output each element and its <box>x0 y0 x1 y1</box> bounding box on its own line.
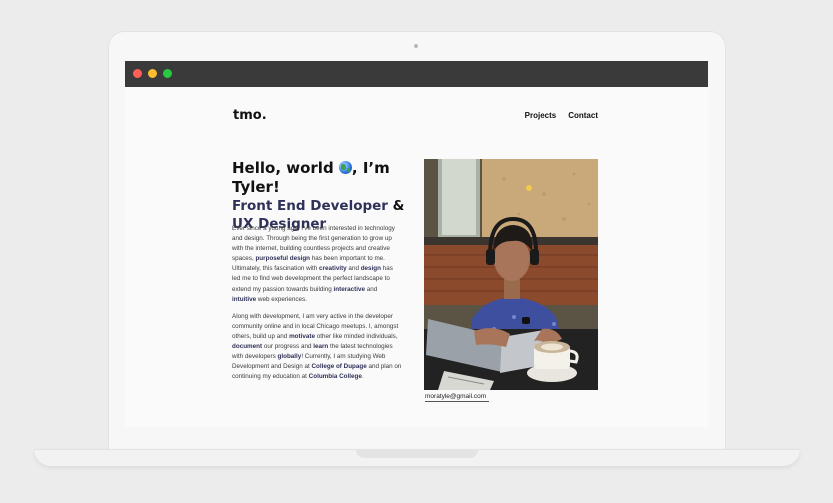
laptop-notch <box>356 449 478 458</box>
window-titlebar <box>125 61 708 87</box>
main-nav: Projects Contact <box>525 111 598 120</box>
globe-icon <box>338 161 352 174</box>
bio-highlight: motivate <box>289 332 315 340</box>
maximize-button[interactable] <box>163 69 172 78</box>
bio-highlight: learn <box>313 343 329 351</box>
profile-photo <box>424 159 598 390</box>
greeting-text: Hello, world <box>232 159 339 177</box>
bio-highlight: interactive <box>333 285 366 293</box>
browser-window: tmo. Projects Contact Hello, world , I’m… <box>125 61 708 427</box>
nav-contact-link[interactable]: Contact <box>568 111 598 120</box>
email-link[interactable]: moratyle@gmail.com <box>425 393 489 402</box>
bio-paragraph-2: Along with development, I am very active… <box>232 312 402 383</box>
bio-text: and <box>346 265 361 273</box>
minimize-button[interactable] <box>148 69 157 78</box>
bio-highlight: purposeful design <box>255 255 311 263</box>
bio-highlight: intuitive <box>232 295 257 303</box>
bio-highlight: creativity <box>319 265 347 273</box>
profile-photo-illustration <box>424 159 598 390</box>
bio-paragraph-1: Ever since a young age, I've been intere… <box>232 224 402 305</box>
bio-highlight: design <box>360 265 381 273</box>
bio-text: web experiences. <box>256 295 307 303</box>
bio-highlight: College of Dupage <box>311 363 367 371</box>
bio-highlight: document <box>232 343 263 351</box>
bio-section: Ever since a young age, I've been intere… <box>232 224 402 389</box>
role-ampersand: & <box>392 198 405 214</box>
bio-highlight: globally <box>277 353 302 361</box>
hero-heading: Hello, world , I’m Tyler! Front End Deve… <box>232 159 417 233</box>
bio-text: . <box>361 373 364 381</box>
role-line-1: Front End Developer <box>232 198 393 214</box>
close-button[interactable] <box>133 69 142 78</box>
site-logo[interactable]: tmo. <box>233 108 267 123</box>
bio-highlight: Columbia College <box>308 373 362 381</box>
bio-text: and <box>365 285 378 293</box>
nav-projects-link[interactable]: Projects <box>525 111 557 120</box>
bio-text: other like minded individuals, <box>314 332 398 340</box>
webcam <box>414 44 418 48</box>
bio-text: our progress and <box>262 343 314 351</box>
greeting-heading: Hello, world , I’m Tyler! <box>232 159 417 197</box>
